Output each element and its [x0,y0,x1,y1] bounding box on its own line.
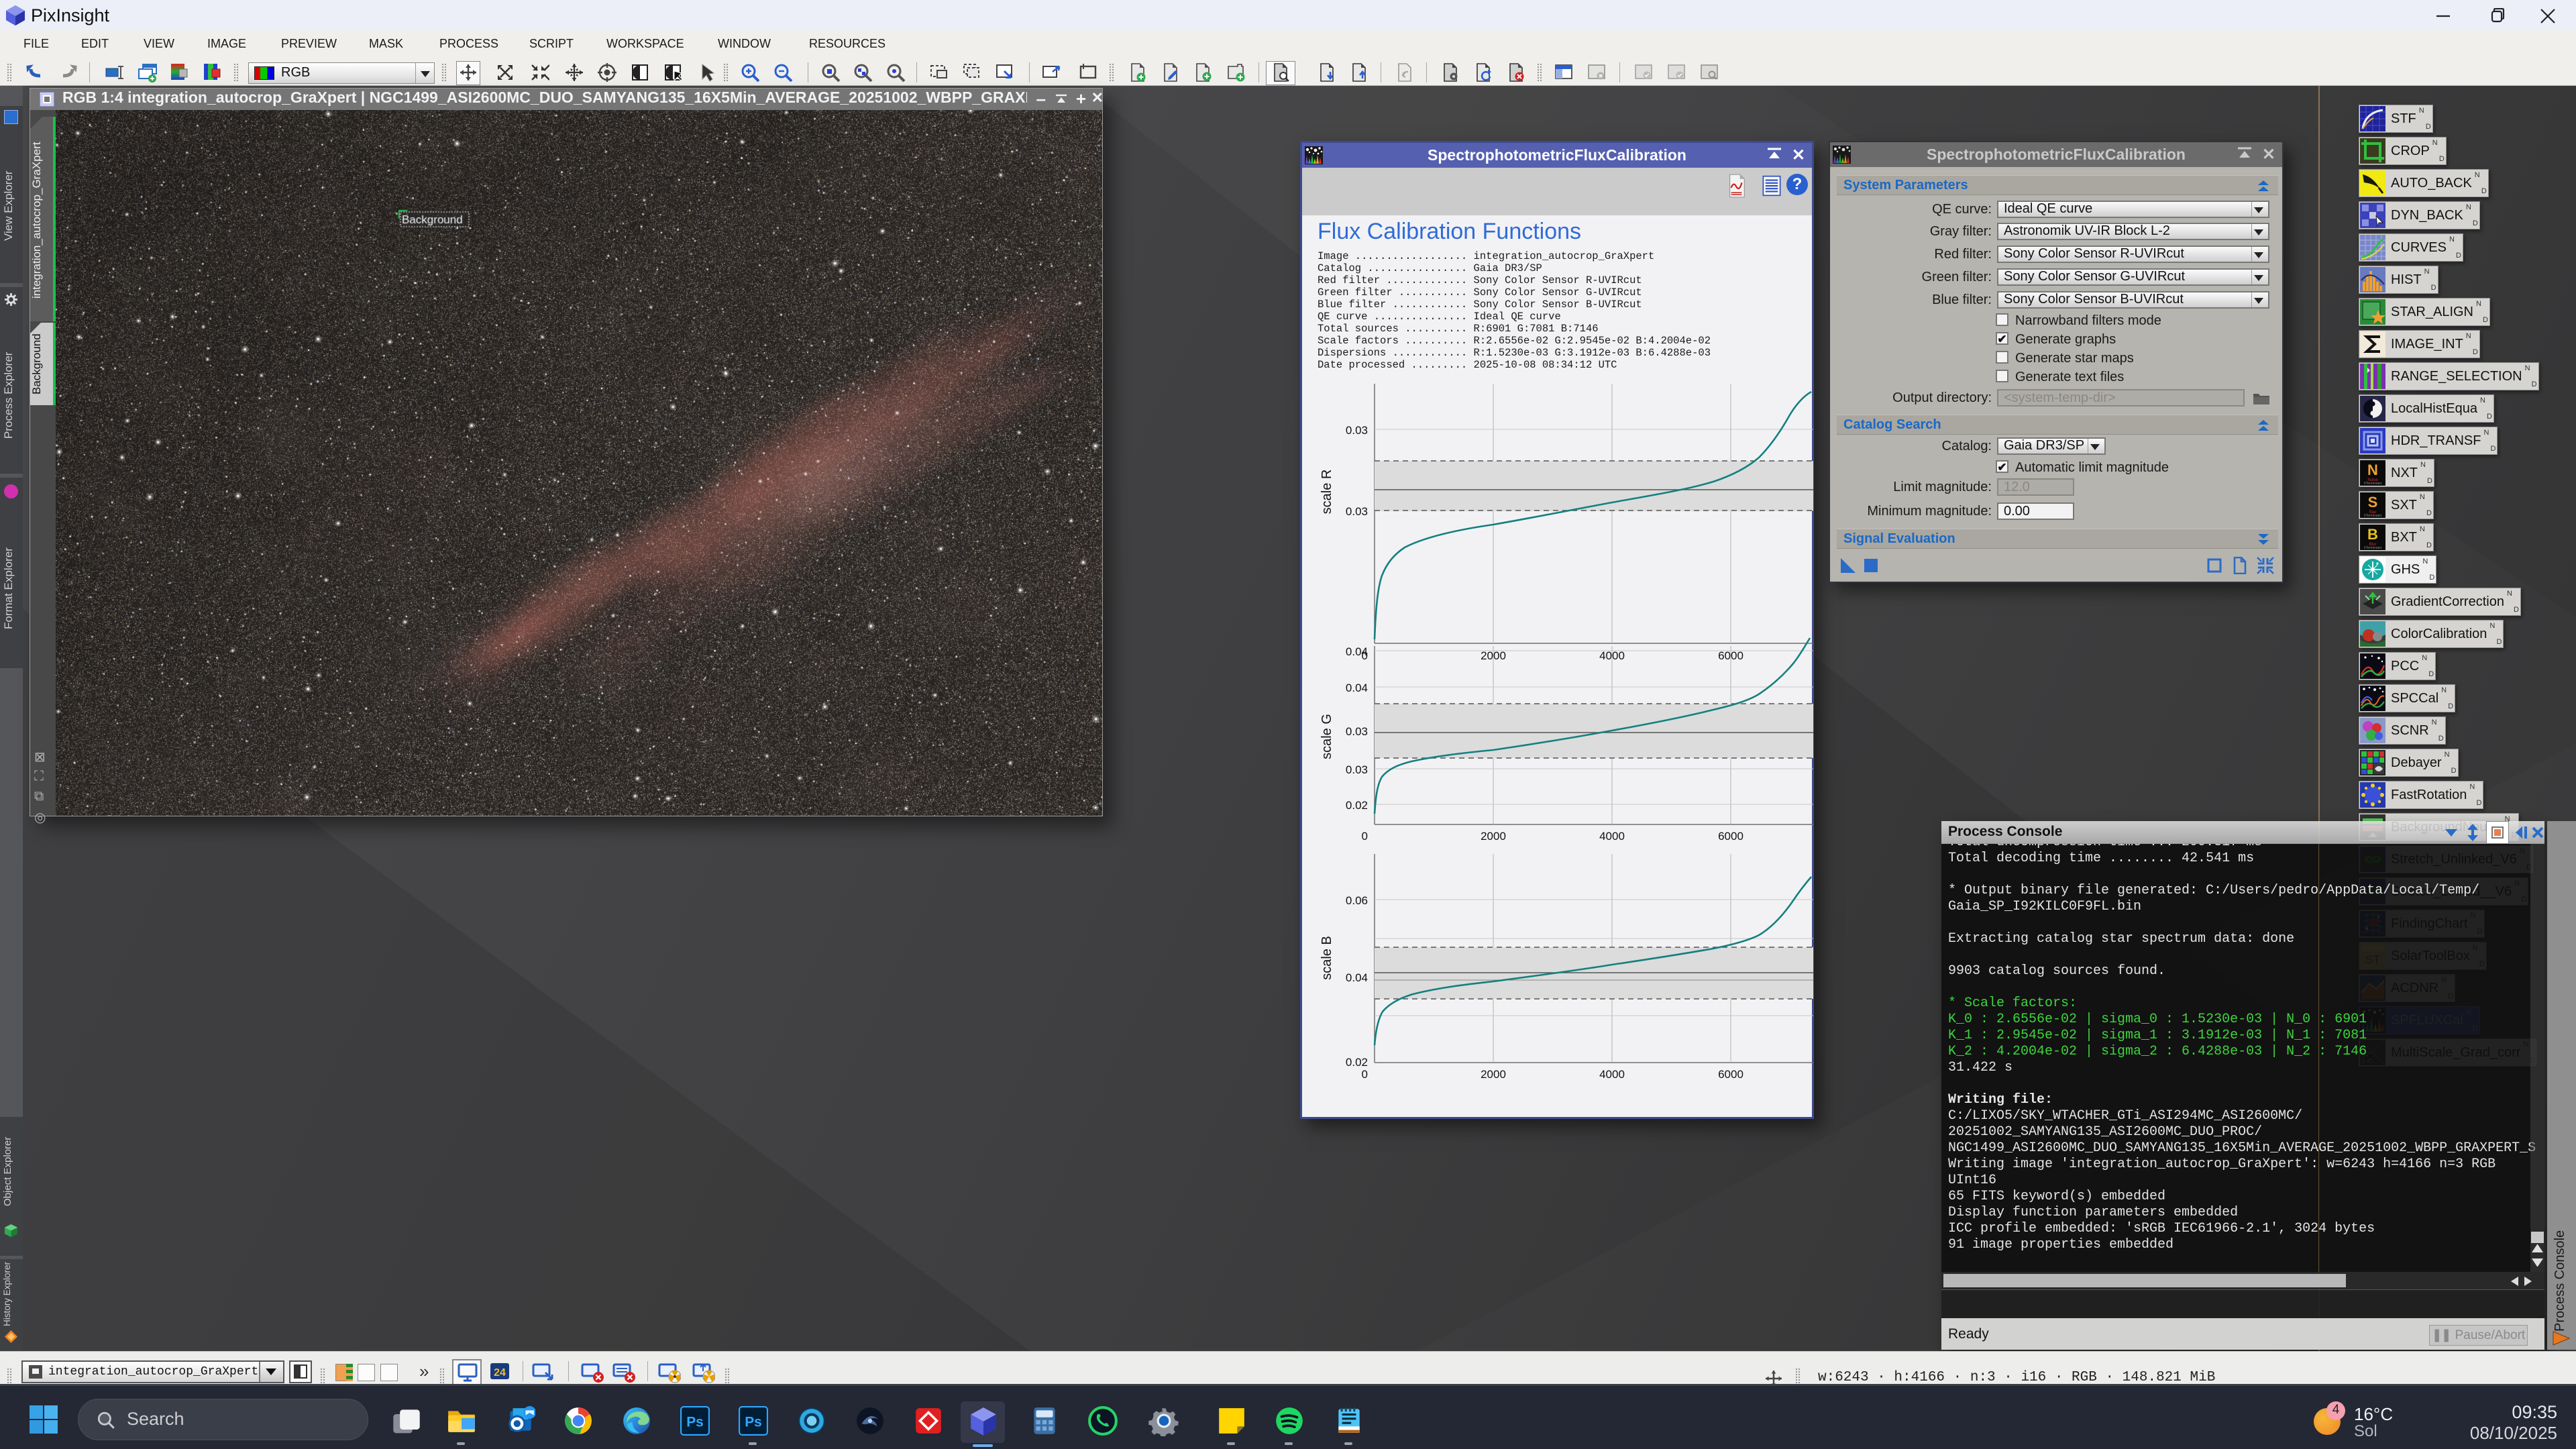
svg-text:N: N [2367,462,2378,478]
svg-text:4000: 4000 [1599,830,1625,843]
svg-text:B: B [2367,526,2378,543]
svg-text:Ps: Ps [686,1414,704,1430]
svg-text:0.03: 0.03 [1346,725,1368,738]
svg-text:2000: 2000 [1481,1068,1506,1081]
svg-text:0.06: 0.06 [1346,894,1368,907]
svg-text:scale G: scale G [1320,714,1334,759]
svg-text:Ps: Ps [745,1414,762,1430]
svg-text:XTerminator: XTerminator [2364,546,2382,550]
svg-text:0.02: 0.02 [1346,799,1368,812]
svg-text:6000: 6000 [1718,1068,1743,1081]
svg-text:24: 24 [494,1367,506,1379]
svg-text:0.03: 0.03 [1346,424,1368,437]
svg-text:0.03: 0.03 [1346,505,1368,518]
svg-text:4000: 4000 [1599,1068,1625,1081]
svg-text:S: S [2368,494,2378,511]
svg-text:0.04: 0.04 [1346,971,1368,984]
svg-text:scale R: scale R [1320,470,1334,515]
svg-text:0.02: 0.02 [1346,1056,1368,1069]
svg-text:6000: 6000 [1718,830,1743,843]
svg-text:0.04: 0.04 [1346,682,1368,694]
svg-text:XTerminator: XTerminator [2364,482,2382,486]
svg-text:scale B: scale B [1320,936,1334,980]
svg-text:2000: 2000 [1481,830,1506,843]
svg-text:0.04: 0.04 [1346,645,1368,658]
svg-text:0: 0 [1362,830,1368,843]
svg-text:0: 0 [1362,1068,1368,1081]
svg-text:XTerminator: XTerminator [2364,514,2382,518]
svg-text:0.03: 0.03 [1346,763,1368,776]
